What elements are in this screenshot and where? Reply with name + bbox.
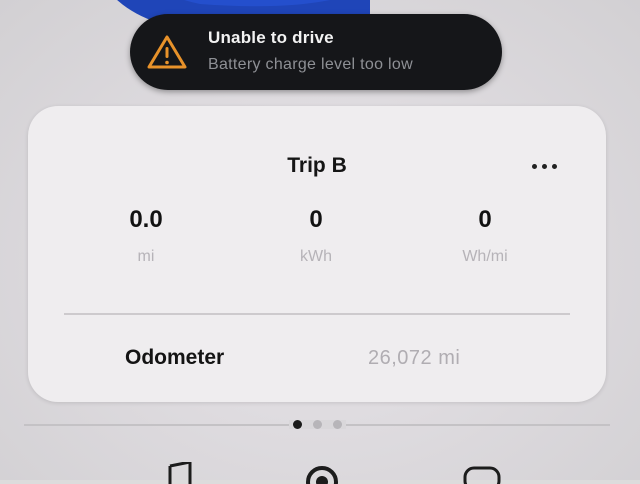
app-icon[interactable] (462, 462, 502, 484)
page-dot[interactable] (293, 420, 302, 429)
trip-energy-stat: 0 kWh (256, 206, 376, 266)
warning-triangle-icon (147, 35, 187, 69)
alert-banner[interactable]: Unable to drive Battery charge level too… (130, 14, 502, 90)
trip-distance-unit: mi (137, 248, 155, 265)
more-horizontal-icon (531, 163, 537, 169)
trip-distance-value: 0.0 (129, 206, 163, 233)
trip-efficiency-unit: Wh/mi (462, 248, 508, 265)
trip-efficiency-value: 0 (478, 206, 492, 233)
trip-energy-unit: kWh (300, 248, 332, 265)
camera-icon[interactable] (302, 462, 342, 484)
card-divider (64, 313, 570, 315)
alert-title: Unable to drive (208, 28, 334, 47)
music-note-icon[interactable] (164, 462, 194, 484)
trip-efficiency-stat: 0 Wh/mi (425, 206, 545, 266)
page-indicator[interactable] (289, 420, 346, 429)
alert-subtitle: Battery charge level too low (208, 56, 413, 73)
odometer-value: 26,072 mi (368, 347, 461, 369)
trip-title: Trip B (287, 154, 347, 177)
page-dot[interactable] (313, 420, 322, 429)
trip-energy-value: 0 (309, 206, 323, 233)
more-options-button[interactable] (526, 154, 562, 178)
page-dot[interactable] (333, 420, 342, 429)
odometer-label: Odometer (125, 346, 225, 369)
trip-distance-stat: 0.0 mi (86, 206, 206, 266)
trip-card[interactable]: Trip B 0.0 mi 0 kWh 0 Wh/mi Odometer 26,… (28, 106, 606, 402)
